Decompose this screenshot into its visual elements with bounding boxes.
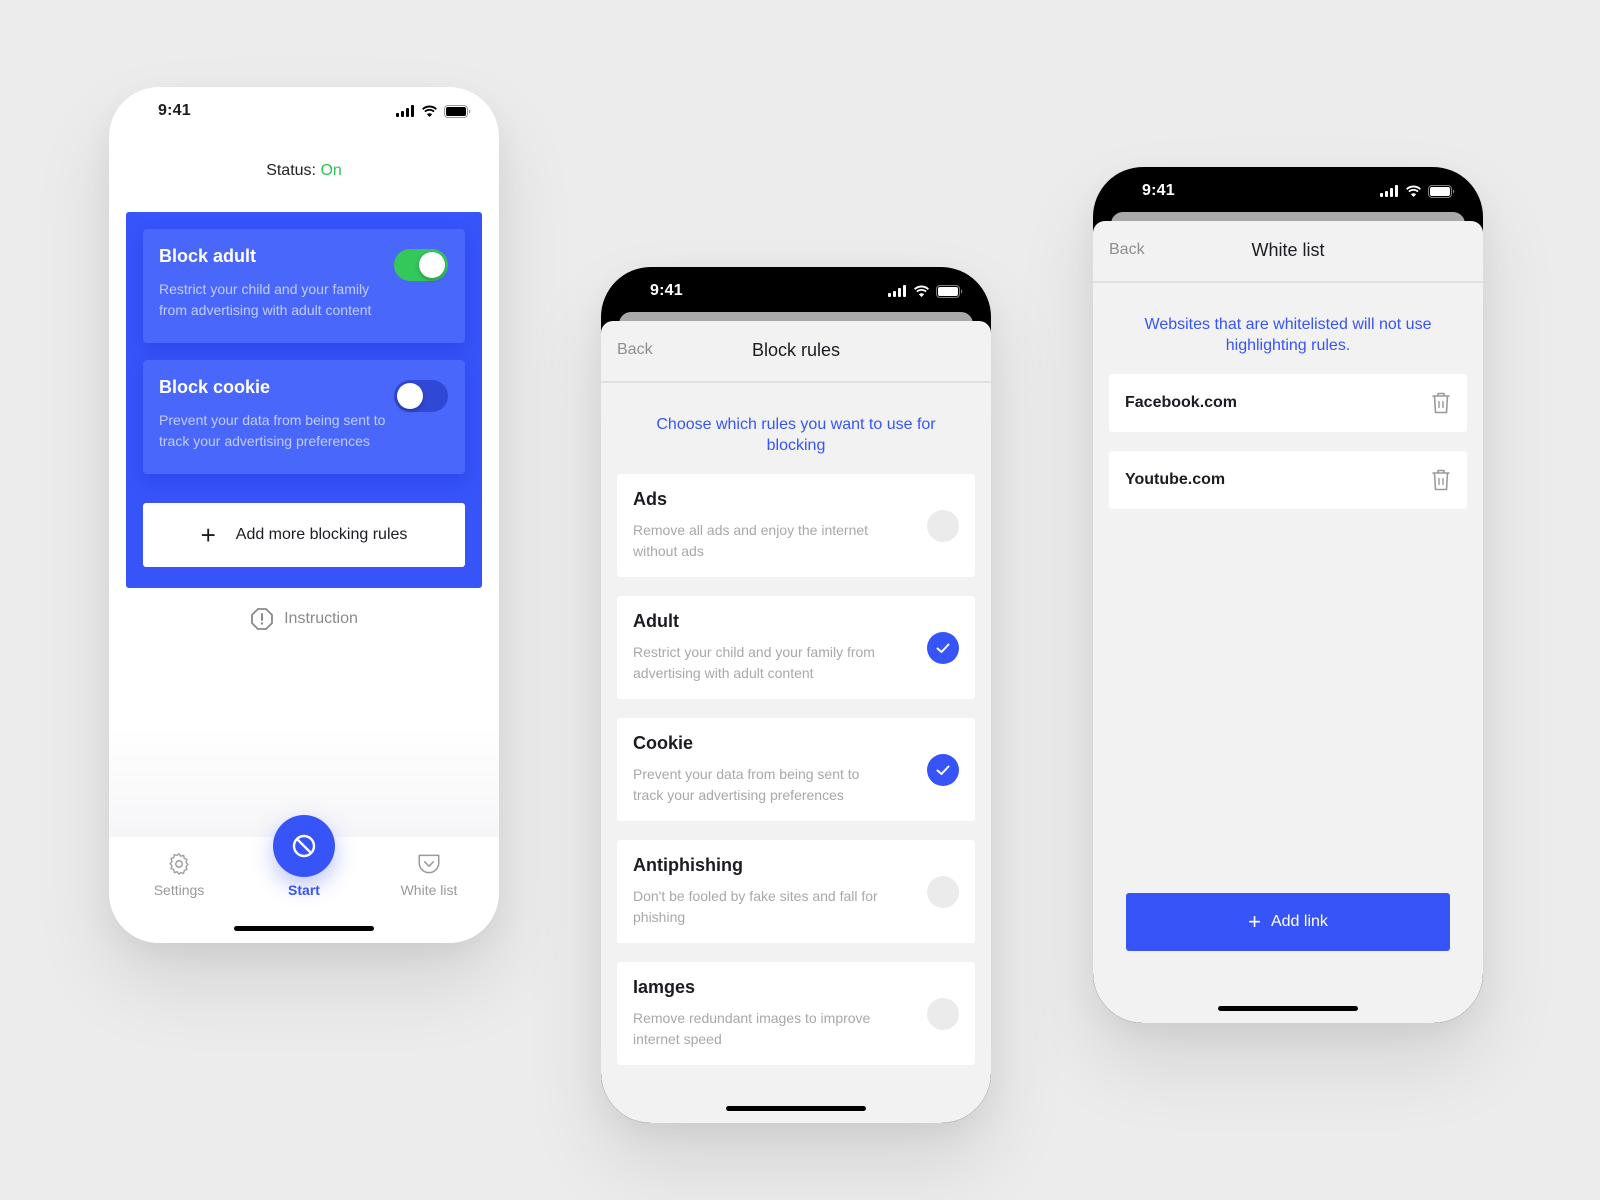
rule-item-ads[interactable]: Ads Remove all ads and enjoy the interne… (617, 474, 975, 577)
trash-icon (1432, 469, 1450, 491)
site-item-facebook: Facebook.com (1109, 374, 1467, 432)
status-bar: 9:41 (1093, 167, 1483, 215)
delete-youtube-button[interactable] (1431, 468, 1451, 492)
status-bar: 9:41 (109, 87, 499, 135)
instruction-link[interactable]: Instruction (109, 607, 499, 631)
status-time: 9:41 (158, 102, 191, 119)
rule-description: Remove redundant images to improve inter… (633, 1010, 871, 1047)
tab-label: Start (288, 882, 320, 898)
status-time: 9:41 (1142, 182, 1175, 199)
hint-text: Websites that are whitelisted will not u… (1144, 316, 1432, 354)
add-rules-label: Add more blocking rules (235, 526, 408, 543)
add-blocking-rules-button[interactable]: + Add more blocking rules (143, 503, 465, 567)
protection-status: Status: On (109, 162, 499, 180)
cookie-checkbox[interactable] (927, 754, 959, 786)
wifi-icon (1406, 185, 1421, 197)
images-checkbox[interactable] (927, 998, 959, 1030)
delete-facebook-button[interactable] (1431, 391, 1451, 415)
toggle-knob (397, 383, 423, 409)
status-bar: 9:41 (601, 267, 991, 315)
home-indicator (1218, 1006, 1358, 1011)
home-indicator (234, 926, 374, 931)
signal-icon (888, 285, 906, 297)
toggle-knob (419, 252, 445, 278)
block-cookie-toggle[interactable] (394, 380, 448, 412)
status-label: Status: (266, 162, 316, 179)
plus-icon: + (200, 520, 216, 550)
rule-name: Cookie (633, 733, 694, 753)
tab-white-list[interactable]: White list (374, 850, 484, 898)
status-time: 9:41 (650, 282, 683, 299)
hint-text: Choose which rules you want to use for b… (656, 416, 936, 454)
wifi-icon (914, 285, 929, 297)
block-rules-sheet: Back Block rules Choose which rules you … (601, 321, 991, 1123)
add-link-label: Add link (1270, 913, 1328, 930)
screen-title: Block rules (751, 340, 841, 360)
battery-icon (1428, 184, 1455, 198)
add-link-button[interactable]: + Add link (1126, 893, 1450, 951)
rule-name: Ads (633, 489, 668, 509)
pocket-icon (418, 854, 440, 874)
site-item-youtube: Youtube.com (1109, 451, 1467, 509)
alert-octagon-icon (251, 608, 273, 630)
tab-label: White list (400, 882, 458, 898)
rule-description: Prevent your data from being sent to tra… (633, 766, 860, 803)
block-adult-toggle[interactable] (394, 249, 448, 281)
trash-icon (1432, 392, 1450, 414)
rule-item-antiphishing[interactable]: Antiphishing Don't be fooled by fake sit… (617, 840, 975, 943)
screen-title: White list (1251, 240, 1325, 260)
rule-description: Prevent your data from being sent to tra… (159, 412, 386, 449)
nav-bar: Back White list (1093, 221, 1483, 283)
rule-name: Antiphishing (633, 855, 743, 875)
tab-start[interactable]: Start (249, 850, 359, 898)
battery-icon (936, 284, 963, 298)
home-indicator (726, 1106, 866, 1111)
antiphishing-checkbox[interactable] (927, 876, 959, 908)
plus-icon: + (1248, 909, 1261, 934)
status-value: On (320, 162, 342, 179)
tab-label: Settings (153, 882, 205, 898)
rule-description: Restrict your child and your family from… (633, 644, 875, 681)
rule-card-block-cookie: Block cookie Prevent your data from bein… (143, 360, 465, 474)
wifi-icon (422, 105, 437, 117)
signal-icon (1380, 185, 1398, 197)
site-name: Facebook.com (1125, 394, 1238, 411)
rule-name: Adult (633, 611, 679, 631)
rule-description: Restrict your child and your family from… (159, 281, 372, 318)
rule-description: Remove all ads and enjoy the internet wi… (633, 522, 869, 559)
checkmark-icon (936, 643, 950, 653)
rule-description: Don't be fooled by fake sites and fall f… (633, 888, 878, 925)
site-name: Youtube.com (1125, 471, 1226, 488)
rule-item-adult[interactable]: Adult Restrict your child and your famil… (617, 596, 975, 699)
battery-icon (444, 104, 471, 118)
rule-item-images[interactable]: Iamges Remove redundant images to improv… (617, 962, 975, 1065)
checkmark-icon (936, 765, 950, 775)
white-list-phone: 9:41 Back White list Websites that are w… (1093, 167, 1483, 1023)
home-screen-phone: 9:41 Status: On Block adult Restrict you… (109, 87, 499, 943)
tab-settings[interactable]: Settings (124, 850, 234, 898)
rule-name: Iamges (633, 977, 696, 997)
nav-bar: Back Block rules (601, 321, 991, 383)
adult-checkbox[interactable] (927, 632, 959, 664)
rule-card-block-adult: Block adult Restrict your child and your… (143, 229, 465, 343)
rules-panel: Block adult Restrict your child and your… (126, 212, 482, 588)
ads-checkbox[interactable] (927, 510, 959, 542)
rule-item-cookie[interactable]: Cookie Prevent your data from being sent… (617, 718, 975, 821)
gear-icon (169, 853, 189, 875)
white-list-sheet: Back White list Websites that are whitel… (1093, 221, 1483, 1023)
block-rules-phone: 9:41 Back Block rules Choose which rules… (601, 267, 991, 1123)
instruction-label: Instruction (284, 610, 358, 627)
signal-icon (396, 105, 414, 117)
